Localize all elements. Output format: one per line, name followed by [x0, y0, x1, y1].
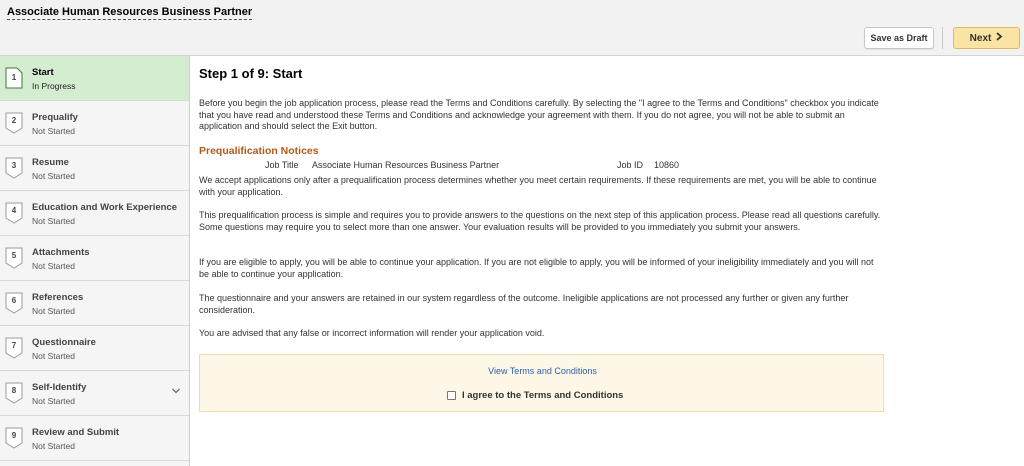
job-id-label: Job ID: [617, 160, 644, 170]
agree-checkbox[interactable]: [447, 391, 456, 400]
notice-paragraph: If you are eligible to apply, you will b…: [199, 257, 874, 279]
step-number: 7: [11, 341, 17, 350]
notice-paragraph: This prequalification process is simple …: [199, 210, 881, 232]
step-education-work-experience[interactable]: 4 Education and Work Experience Not Star…: [0, 191, 189, 236]
step-start[interactable]: 1 Start In Progress: [0, 56, 189, 101]
step-questionnaire[interactable]: 7 Questionnaire Not Started: [0, 326, 189, 371]
step-label: Attachments: [32, 247, 90, 258]
step-number: 5: [11, 251, 17, 260]
section-heading: Prequalification Notices: [199, 145, 319, 157]
step-number: 2: [11, 116, 17, 125]
step-status: Not Started: [32, 216, 75, 226]
button-divider: [942, 27, 943, 49]
step-number: 9: [11, 431, 17, 440]
step-status: Not Started: [32, 171, 75, 181]
notice-paragraph: You are advised that any false or incorr…: [199, 328, 545, 338]
step-number: 3: [11, 161, 17, 170]
step-number-badge: 5: [5, 247, 23, 269]
job-title-value: Associate Human Resources Business Partn…: [312, 160, 500, 170]
notice-paragraph: The questionnaire and your answers are r…: [199, 293, 849, 315]
page-title: Step 1 of 9: Start: [199, 66, 303, 81]
step-references[interactable]: 6 References Not Started: [0, 281, 189, 326]
step-status: Not Started: [32, 351, 75, 361]
job-title-header: Associate Human Resources Business Partn…: [7, 6, 253, 20]
step-label: Start: [32, 67, 54, 78]
step-label: Resume: [32, 157, 69, 168]
intro-paragraph: Before you begin the job application pro…: [199, 98, 879, 131]
step-self-identify[interactable]: 8 Self-Identify Not Started: [0, 371, 189, 416]
step-number-badge: 8: [5, 382, 23, 404]
step-number-badge: 4: [5, 202, 23, 224]
step-prequalify[interactable]: 2 Prequalify Not Started: [0, 101, 189, 146]
next-button-label: Next: [969, 32, 992, 44]
notice-paragraph: We accept applications only after a preq…: [199, 175, 877, 197]
chevron-down-icon[interactable]: [171, 386, 181, 396]
step-navigation: 1 Start In Progress 2 Prequalify Not Sta…: [0, 56, 190, 466]
step-label: Prequalify: [32, 112, 78, 123]
step-status: Not Started: [32, 441, 75, 451]
top-bar: Associate Human Resources Business Partn…: [0, 0, 1024, 56]
step-label: Review and Submit: [32, 427, 120, 438]
step-number-badge: 2: [5, 112, 23, 134]
job-id-value: 10860: [654, 160, 680, 170]
step-attachments[interactable]: 5 Attachments Not Started: [0, 236, 189, 281]
step-number: 6: [11, 296, 17, 305]
agree-label[interactable]: I agree to the Terms and Conditions: [462, 390, 623, 401]
step-resume[interactable]: 3 Resume Not Started: [0, 146, 189, 191]
step-number-badge: 7: [5, 337, 23, 359]
step-status: Not Started: [32, 306, 75, 316]
step-label: Questionnaire: [32, 337, 96, 348]
step-review-submit[interactable]: 9 Review and Submit Not Started: [0, 416, 189, 461]
step-number-badge: 6: [5, 292, 23, 314]
step-label: Education and Work Experience: [32, 202, 178, 213]
agree-row: I agree to the Terms and Conditions: [447, 390, 623, 401]
step-status: Not Started: [32, 261, 75, 271]
step-number-badge: 9: [5, 427, 23, 449]
step-status: Not Started: [32, 396, 75, 406]
step-label: Self-Identify: [32, 382, 87, 393]
next-button[interactable]: Next: [953, 27, 1020, 49]
step-status: Not Started: [32, 126, 75, 136]
chevron-right-icon: [995, 32, 1003, 44]
step-label: References: [32, 292, 84, 303]
step-number-badge: 1: [5, 67, 23, 89]
terms-panel: View Terms and Conditions I agree to the…: [199, 354, 884, 412]
step-number: 4: [11, 206, 17, 215]
job-title-label: Job Title: [265, 160, 299, 170]
step-number: 8: [11, 386, 17, 395]
step-number: 1: [11, 73, 17, 82]
save-as-draft-button[interactable]: Save as Draft: [864, 27, 934, 49]
view-terms-link[interactable]: View Terms and Conditions: [200, 366, 885, 376]
step-number-badge: 3: [5, 157, 23, 179]
step-status: In Progress: [32, 81, 76, 91]
